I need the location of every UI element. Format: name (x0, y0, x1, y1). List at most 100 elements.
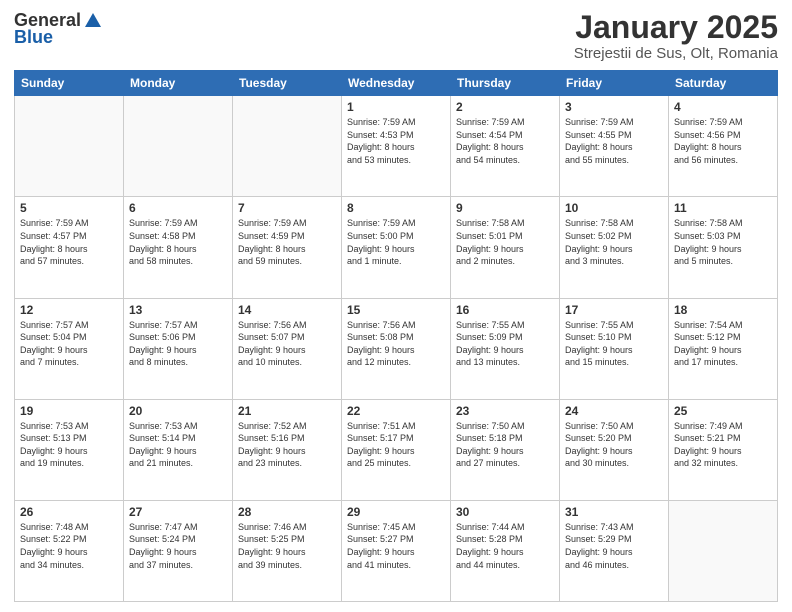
cell-info-text: Sunrise: 7:57 AM Sunset: 5:04 PM Dayligh… (20, 319, 118, 369)
cell-date-number: 5 (20, 201, 118, 215)
cell-info-text: Sunrise: 7:51 AM Sunset: 5:17 PM Dayligh… (347, 420, 445, 470)
calendar-week-row: 19 Sunrise: 7:53 AM Sunset: 5:13 PM Dayli… (15, 399, 778, 500)
weekday-header-tuesday: Tuesday (233, 71, 342, 96)
cell-date-number: 26 (20, 505, 118, 519)
cell-info-text: Sunrise: 7:59 AM Sunset: 4:53 PM Dayligh… (347, 116, 445, 166)
calendar-cell (233, 96, 342, 197)
weekday-header-row: SundayMondayTuesdayWednesdayThursdayFrid… (15, 71, 778, 96)
cell-date-number: 14 (238, 303, 336, 317)
cell-info-text: Sunrise: 7:58 AM Sunset: 5:03 PM Dayligh… (674, 217, 772, 267)
cell-info-text: Sunrise: 7:53 AM Sunset: 5:14 PM Dayligh… (129, 420, 227, 470)
cell-date-number: 27 (129, 505, 227, 519)
cell-info-text: Sunrise: 7:57 AM Sunset: 5:06 PM Dayligh… (129, 319, 227, 369)
calendar-week-row: 1 Sunrise: 7:59 AM Sunset: 4:53 PM Daylig… (15, 96, 778, 197)
cell-date-number: 21 (238, 404, 336, 418)
cell-info-text: Sunrise: 7:50 AM Sunset: 5:18 PM Dayligh… (456, 420, 554, 470)
title-area: January 2025 Strejestii de Sus, Olt, Rom… (574, 10, 778, 62)
cell-date-number: 1 (347, 100, 445, 114)
calendar-cell: 20Sunrise: 7:53 AM Sunset: 5:14 PM Dayli… (124, 399, 233, 500)
calendar-cell (15, 96, 124, 197)
calendar-cell: 24 Sunrise: 7:50 AM Sunset: 5:20 PM Dayli… (560, 399, 669, 500)
calendar-cell: 2 Sunrise: 7:59 AM Sunset: 4:54 PM Daylig… (451, 96, 560, 197)
calendar-cell: 17Sunrise: 7:55 AM Sunset: 5:10 PM Dayli… (560, 298, 669, 399)
cell-info-text: Sunrise: 7:44 AM Sunset: 5:28 PM Dayligh… (456, 521, 554, 571)
cell-info-text: Sunrise: 7:52 AM Sunset: 5:16 PM Dayligh… (238, 420, 336, 470)
cell-date-number: 18 (674, 303, 772, 317)
weekday-header-saturday: Saturday (669, 71, 778, 96)
cell-info-text: Sunrise: 7:59 AM Sunset: 4:58 PM Dayligh… (129, 217, 227, 267)
calendar-cell: 19 Sunrise: 7:53 AM Sunset: 5:13 PM Dayli… (15, 399, 124, 500)
weekday-header-friday: Friday (560, 71, 669, 96)
calendar-cell: 18 Sunrise: 7:54 AM Sunset: 5:12 PM Dayli… (669, 298, 778, 399)
cell-info-text: Sunrise: 7:59 AM Sunset: 4:57 PM Dayligh… (20, 217, 118, 267)
logo-area: General Blue (14, 10, 103, 48)
calendar-cell: 9Sunrise: 7:58 AM Sunset: 5:01 PM Daylig… (451, 197, 560, 298)
calendar-table: SundayMondayTuesdayWednesdayThursdayFrid… (14, 70, 778, 602)
calendar-cell: 11Sunrise: 7:58 AM Sunset: 5:03 PM Dayli… (669, 197, 778, 298)
cell-date-number: 8 (347, 201, 445, 215)
calendar-cell: 16Sunrise: 7:55 AM Sunset: 5:09 PM Dayli… (451, 298, 560, 399)
calendar-cell: 14Sunrise: 7:56 AM Sunset: 5:07 PM Dayli… (233, 298, 342, 399)
cell-info-text: Sunrise: 7:47 AM Sunset: 5:24 PM Dayligh… (129, 521, 227, 571)
page-header: General Blue January 2025 Strejestii de … (14, 10, 778, 62)
logo-icon (83, 11, 103, 31)
calendar-cell: 12Sunrise: 7:57 AM Sunset: 5:04 PM Dayli… (15, 298, 124, 399)
calendar-cell: 1 Sunrise: 7:59 AM Sunset: 4:53 PM Daylig… (342, 96, 451, 197)
calendar-cell: 6 Sunrise: 7:59 AM Sunset: 4:58 PM Daylig… (124, 197, 233, 298)
cell-info-text: Sunrise: 7:58 AM Sunset: 5:02 PM Dayligh… (565, 217, 663, 267)
cell-date-number: 23 (456, 404, 554, 418)
cell-date-number: 22 (347, 404, 445, 418)
calendar-cell: 23 Sunrise: 7:50 AM Sunset: 5:18 PM Dayli… (451, 399, 560, 500)
cell-date-number: 2 (456, 100, 554, 114)
calendar-week-row: 5 Sunrise: 7:59 AM Sunset: 4:57 PM Daylig… (15, 197, 778, 298)
cell-info-text: Sunrise: 7:59 AM Sunset: 4:55 PM Dayligh… (565, 116, 663, 166)
calendar-cell: 10 Sunrise: 7:58 AM Sunset: 5:02 PM Dayli… (560, 197, 669, 298)
cell-date-number: 19 (20, 404, 118, 418)
calendar-week-row: 12Sunrise: 7:57 AM Sunset: 5:04 PM Dayli… (15, 298, 778, 399)
calendar-cell: 27 Sunrise: 7:47 AM Sunset: 5:24 PM Dayli… (124, 500, 233, 601)
cell-date-number: 25 (674, 404, 772, 418)
calendar-cell (124, 96, 233, 197)
calendar-cell: 7 Sunrise: 7:59 AM Sunset: 4:59 PM Daylig… (233, 197, 342, 298)
cell-date-number: 29 (347, 505, 445, 519)
cell-date-number: 10 (565, 201, 663, 215)
calendar-cell: 5 Sunrise: 7:59 AM Sunset: 4:57 PM Daylig… (15, 197, 124, 298)
cell-date-number: 7 (238, 201, 336, 215)
cell-date-number: 15 (347, 303, 445, 317)
cell-info-text: Sunrise: 7:46 AM Sunset: 5:25 PM Dayligh… (238, 521, 336, 571)
calendar-week-row: 26 Sunrise: 7:48 AM Sunset: 5:22 PM Dayli… (15, 500, 778, 601)
cell-date-number: 3 (565, 100, 663, 114)
cell-info-text: Sunrise: 7:53 AM Sunset: 5:13 PM Dayligh… (20, 420, 118, 470)
cell-date-number: 13 (129, 303, 227, 317)
calendar-cell: 21 Sunrise: 7:52 AM Sunset: 5:16 PM Dayli… (233, 399, 342, 500)
cell-info-text: Sunrise: 7:55 AM Sunset: 5:10 PM Dayligh… (565, 319, 663, 369)
calendar-title: January 2025 (574, 10, 778, 45)
cell-date-number: 6 (129, 201, 227, 215)
cell-info-text: Sunrise: 7:54 AM Sunset: 5:12 PM Dayligh… (674, 319, 772, 369)
calendar-cell: 15Sunrise: 7:56 AM Sunset: 5:08 PM Dayli… (342, 298, 451, 399)
cell-date-number: 31 (565, 505, 663, 519)
calendar-cell: 30Sunrise: 7:44 AM Sunset: 5:28 PM Dayli… (451, 500, 560, 601)
cell-date-number: 28 (238, 505, 336, 519)
cell-info-text: Sunrise: 7:59 AM Sunset: 5:00 PM Dayligh… (347, 217, 445, 267)
calendar-cell: 22 Sunrise: 7:51 AM Sunset: 5:17 PM Dayli… (342, 399, 451, 500)
calendar-cell: 26 Sunrise: 7:48 AM Sunset: 5:22 PM Dayli… (15, 500, 124, 601)
cell-info-text: Sunrise: 7:50 AM Sunset: 5:20 PM Dayligh… (565, 420, 663, 470)
weekday-header-sunday: Sunday (15, 71, 124, 96)
calendar-cell: 13 Sunrise: 7:57 AM Sunset: 5:06 PM Dayli… (124, 298, 233, 399)
cell-date-number: 24 (565, 404, 663, 418)
calendar-cell: 25 Sunrise: 7:49 AM Sunset: 5:21 PM Dayli… (669, 399, 778, 500)
cell-info-text: Sunrise: 7:48 AM Sunset: 5:22 PM Dayligh… (20, 521, 118, 571)
cell-info-text: Sunrise: 7:59 AM Sunset: 4:59 PM Dayligh… (238, 217, 336, 267)
calendar-subtitle: Strejestii de Sus, Olt, Romania (574, 45, 778, 62)
calendar-cell: 28 Sunrise: 7:46 AM Sunset: 5:25 PM Dayli… (233, 500, 342, 601)
calendar-cell: 4Sunrise: 7:59 AM Sunset: 4:56 PM Daylig… (669, 96, 778, 197)
calendar-cell: 31Sunrise: 7:43 AM Sunset: 5:29 PM Dayli… (560, 500, 669, 601)
cell-date-number: 4 (674, 100, 772, 114)
calendar-cell: 29 Sunrise: 7:45 AM Sunset: 5:27 PM Dayli… (342, 500, 451, 601)
cell-info-text: Sunrise: 7:59 AM Sunset: 4:54 PM Dayligh… (456, 116, 554, 166)
weekday-header-monday: Monday (124, 71, 233, 96)
cell-info-text: Sunrise: 7:49 AM Sunset: 5:21 PM Dayligh… (674, 420, 772, 470)
cell-info-text: Sunrise: 7:45 AM Sunset: 5:27 PM Dayligh… (347, 521, 445, 571)
calendar-cell: 3 Sunrise: 7:59 AM Sunset: 4:55 PM Daylig… (560, 96, 669, 197)
